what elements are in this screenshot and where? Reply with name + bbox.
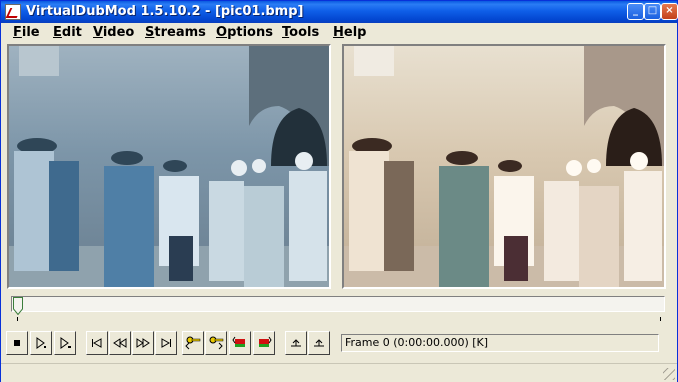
title-bar[interactable]: VirtualDubMod 1.5.10.2 - [pic01.bmp] _ □…	[1, 1, 678, 23]
prev-frame-button[interactable]	[109, 331, 131, 355]
next-keyframe-button[interactable]	[205, 331, 227, 355]
next-frame-button[interactable]	[132, 331, 154, 355]
start-icon	[92, 338, 102, 348]
menu-tools[interactable]: Tools	[282, 24, 319, 41]
stop-icon	[14, 340, 20, 346]
app-icon[interactable]	[5, 4, 21, 20]
menu-video[interactable]: Video	[93, 24, 134, 41]
play-output-button[interactable]	[54, 331, 76, 355]
menu-file[interactable]: File	[13, 24, 40, 41]
window-title: VirtualDubMod 1.5.10.2 - [pic01.bmp]	[26, 4, 304, 19]
go-start-button[interactable]	[86, 331, 108, 355]
close-button[interactable]: ×	[661, 3, 678, 20]
app-window: VirtualDubMod 1.5.10.2 - [pic01.bmp] _ □…	[0, 0, 678, 382]
next-keyframe-icon	[209, 336, 224, 350]
next-frame-icon	[136, 338, 150, 348]
timeline-tick-end	[660, 317, 661, 321]
prev-keyframe-icon	[185, 336, 201, 350]
go-end-button[interactable]	[155, 331, 177, 355]
play-output-icon	[60, 337, 71, 349]
next-scene-icon	[259, 336, 272, 347]
menu-help[interactable]: Help	[333, 24, 366, 41]
prev-scene-button[interactable]	[229, 331, 251, 355]
mark-in-icon	[291, 339, 301, 347]
timeline-tick-start	[17, 317, 18, 321]
resize-grip-icon[interactable]	[663, 368, 675, 380]
mark-in-button[interactable]	[285, 331, 307, 355]
frame-position-readout: Frame 0 (0:00:00.000) [K]	[341, 334, 659, 352]
status-bar	[1, 363, 677, 382]
menu-bar: File Edit Video Streams Options Tools He…	[1, 23, 677, 42]
play-input-button[interactable]	[30, 331, 52, 355]
minimize-button[interactable]: _	[627, 3, 644, 20]
output-video-pane[interactable]	[342, 44, 666, 289]
next-scene-button[interactable]	[253, 331, 275, 355]
input-video-pane[interactable]	[7, 44, 331, 289]
prev-frame-icon	[113, 338, 127, 348]
prev-scene-icon	[232, 336, 245, 347]
maximize-button[interactable]: □	[644, 3, 661, 20]
menu-options[interactable]: Options	[216, 24, 273, 41]
end-icon	[161, 338, 171, 348]
output-frame-image	[344, 46, 664, 287]
mark-out-button[interactable]	[308, 331, 330, 355]
input-frame-image	[9, 46, 329, 287]
timeline-thumb[interactable]	[13, 297, 23, 315]
prev-keyframe-button[interactable]	[182, 331, 204, 355]
mark-out-icon	[314, 339, 324, 347]
stop-button[interactable]	[6, 331, 28, 355]
menu-streams[interactable]: Streams	[145, 24, 206, 41]
menu-edit[interactable]: Edit	[53, 24, 82, 41]
timeline-channel	[11, 296, 665, 312]
timeline-trackbar[interactable]	[7, 295, 667, 315]
play-input-icon	[36, 337, 46, 349]
